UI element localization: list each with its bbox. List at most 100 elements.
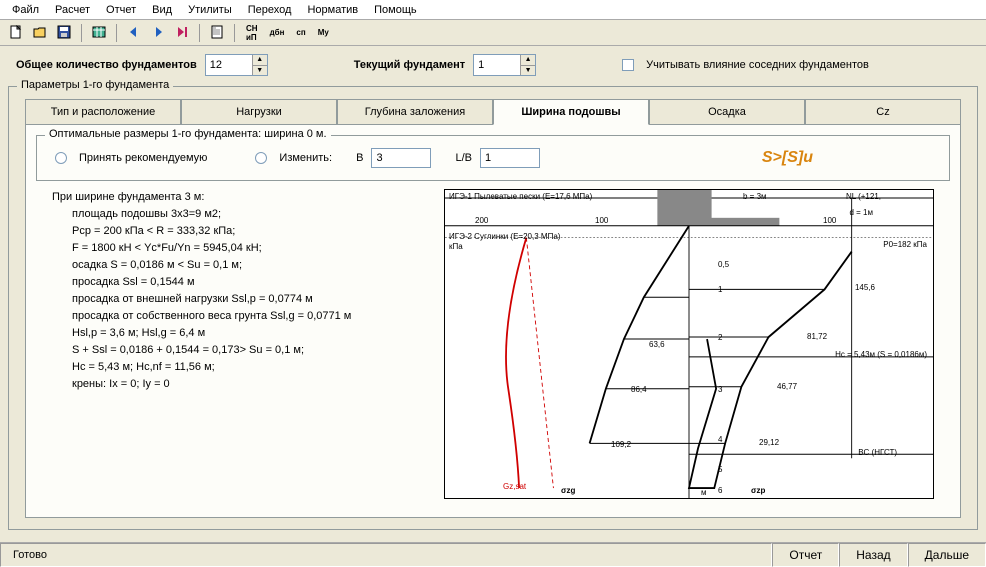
- back-arrow-icon[interactable]: [124, 23, 144, 43]
- spin-down-icon[interactable]: ▼: [252, 66, 267, 76]
- tab-depth[interactable]: Глубина заложения: [337, 99, 493, 125]
- menu-bar: Файл Расчет Отчет Вид Утилиты Переход Но…: [0, 0, 986, 20]
- sp-button[interactable]: сп: [292, 23, 309, 43]
- dbn-button[interactable]: дбн: [266, 23, 289, 43]
- calc-line: просадка от собственного веса грунта Ssl…: [72, 308, 432, 325]
- calc-line: осадка S = 0,0186 м < Su = 0,1 м;: [72, 257, 432, 274]
- menu-calc[interactable]: Расчет: [47, 2, 98, 17]
- chart-y4: 4: [718, 435, 722, 444]
- radio-recommend[interactable]: [55, 152, 67, 164]
- chart-layer1: ИГЭ-1 Пылеватые пески (E=17,6 МПа): [449, 192, 592, 201]
- new-icon[interactable]: [6, 23, 26, 43]
- menu-util[interactable]: Утилиты: [180, 2, 240, 17]
- chart-y1: 1: [718, 285, 722, 294]
- calc-line: При ширине фундамента 3 м:: [52, 189, 432, 206]
- chart-layer2: ИГЭ-2 Суглинки (E=20,3 МПа): [449, 232, 560, 241]
- chart-636: 63,6: [649, 340, 665, 349]
- total-spinner[interactable]: ▲▼: [252, 55, 267, 75]
- chart-y6: 6: [718, 486, 722, 495]
- spin-up-icon[interactable]: ▲: [520, 55, 535, 66]
- optimal-fieldset: Оптимальные размеры 1-го фундамента: шир…: [25, 125, 961, 518]
- chart-b: b = 3м: [743, 192, 767, 201]
- menu-norm[interactable]: Норматив: [299, 2, 366, 17]
- chart-kpa: кПа: [449, 242, 463, 251]
- opt-legend: Оптимальные размеры 1-го фундамента: шир…: [45, 128, 331, 140]
- menu-help[interactable]: Помощь: [366, 2, 425, 17]
- calc-results: При ширине фундамента 3 м: площадь подош…: [52, 189, 432, 499]
- tab-loads[interactable]: Нагрузки: [181, 99, 337, 125]
- tab-settle[interactable]: Осадка: [649, 99, 805, 125]
- chart-m: м: [701, 488, 707, 497]
- tab-cz[interactable]: Cz: [805, 99, 961, 125]
- tab-width[interactable]: Ширина подошвы: [493, 99, 649, 125]
- current-field[interactable]: [474, 55, 520, 75]
- report-icon[interactable]: [207, 23, 227, 43]
- status-report-button[interactable]: Отчет: [772, 543, 839, 567]
- menu-file[interactable]: Файл: [4, 2, 47, 17]
- chart-nl: NL (+121,: [846, 192, 881, 201]
- chart-gz: Gz,sat: [503, 482, 526, 491]
- chart-y5: 5: [718, 465, 722, 474]
- calc-line: просадка Ssl = 0,1544 м: [72, 274, 432, 291]
- radio-change-label: Изменить:: [279, 152, 332, 164]
- calc-line: площадь подошвы 3x3=9 м2;: [72, 206, 432, 223]
- current-input[interactable]: ▲▼: [473, 54, 536, 76]
- radio-change[interactable]: [255, 152, 267, 164]
- current-label: Текущий фундамент: [354, 59, 465, 71]
- calc-line: просадка от внешней нагрузки Ssl,p = 0,0…: [72, 291, 432, 308]
- chart: ИГЭ-1 Пылеватые пески (E=17,6 МПа) NL (+…: [444, 189, 934, 499]
- b-input[interactable]: [371, 148, 431, 168]
- spin-up-icon[interactable]: ▲: [252, 55, 267, 66]
- tab-type[interactable]: Тип и расположение: [25, 99, 181, 125]
- chart-y3: 3: [718, 385, 722, 394]
- chart-y05: 0,5: [718, 260, 729, 269]
- calendar-icon[interactable]: [89, 23, 109, 43]
- chart-4677: 46,77: [777, 382, 797, 391]
- menu-view[interactable]: Вид: [144, 2, 180, 17]
- menu-report[interactable]: Отчет: [98, 2, 144, 17]
- calc-line: F = 1800 кН < Yc*Fu/Yn = 5945,04 кН;: [72, 240, 432, 257]
- status-next-button[interactable]: Дальше: [908, 543, 986, 567]
- total-label: Общее количество фундаментов: [16, 59, 197, 71]
- params-fieldset: Параметры 1-го фундамента Тип и располож…: [8, 86, 978, 530]
- chart-sg: σzg: [561, 486, 575, 495]
- status-ready: Готово: [0, 543, 772, 567]
- status-bar: Готово Отчет Назад Дальше: [0, 542, 986, 567]
- total-input[interactable]: ▲▼: [205, 54, 268, 76]
- next-step-icon[interactable]: [172, 23, 192, 43]
- chart-1456: 145,6: [855, 283, 875, 292]
- current-spinner[interactable]: ▲▼: [520, 55, 535, 75]
- spin-down-icon[interactable]: ▼: [520, 66, 535, 76]
- calc-line: Hsl,p = 3,6 м; Hsl,g = 6,4 м: [72, 325, 432, 342]
- calc-line: S + Ssl = 0,0186 + 0,1544 = 0,173> Su = …: [72, 342, 432, 359]
- sn-button[interactable]: СНиП: [242, 23, 262, 43]
- chart-p0: P0=182 кПа: [883, 240, 927, 249]
- b-label: B: [356, 152, 363, 164]
- chart-x-200l: 200: [475, 216, 488, 225]
- chart-x-100l: 100: [595, 216, 608, 225]
- calc-line: крены: Ix = 0; Iy = 0: [72, 376, 432, 393]
- total-field[interactable]: [206, 55, 252, 75]
- chart-hc: Hc = 5,43м (S = 0,0186м): [835, 350, 927, 359]
- radio-recommend-label: Принять рекомендуемую: [79, 152, 207, 164]
- mu-button[interactable]: Му: [314, 23, 333, 43]
- warning-label: S>[S]u: [762, 149, 813, 167]
- lb-input[interactable]: [480, 148, 540, 168]
- save-icon[interactable]: [54, 23, 74, 43]
- chart-d: d = 1м: [849, 208, 873, 217]
- menu-go[interactable]: Переход: [240, 2, 300, 17]
- forward-arrow-icon[interactable]: [148, 23, 168, 43]
- toolbar: СНиП дбн сп Му: [0, 20, 986, 46]
- neighbor-label: Учитывать влияние соседних фундаментов: [646, 59, 869, 71]
- open-icon[interactable]: [30, 23, 50, 43]
- chart-y2: 2: [718, 333, 722, 342]
- chart-1092: 109,2: [611, 440, 631, 449]
- chart-8172: 81,72: [807, 332, 827, 341]
- chart-bc: BC (НГСТ): [858, 448, 897, 457]
- params-legend: Параметры 1-го фундамента: [17, 79, 173, 91]
- status-back-button[interactable]: Назад: [839, 543, 907, 567]
- neighbor-checkbox[interactable]: [622, 59, 634, 71]
- lb-label: L/B: [455, 152, 472, 164]
- chart-864: 86,4: [631, 385, 647, 394]
- chart-x-100r: 100: [823, 216, 836, 225]
